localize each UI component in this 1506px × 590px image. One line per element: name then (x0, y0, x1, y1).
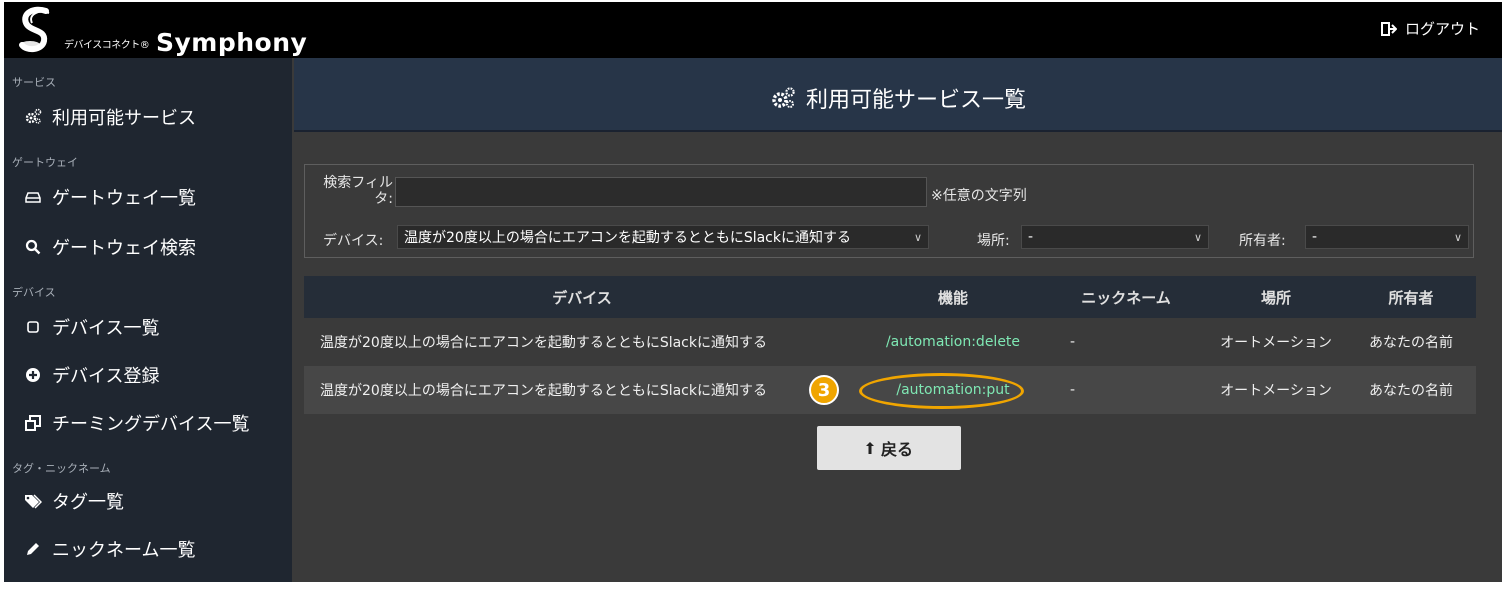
place-cell: オートメーション (1206, 318, 1346, 366)
back-button-label: 戻る (880, 440, 913, 459)
back-button[interactable]: 戻る (817, 426, 961, 470)
table-row: 温度が20度以上の場合にエアコンを起動するとともにSlackに通知する /aut… (304, 318, 1476, 366)
chevron-down-icon: ∨ (1193, 230, 1202, 244)
place-filter-label: 場所: (977, 233, 1010, 249)
owner-filter-value: - (1312, 229, 1318, 245)
nickname-cell: - (1046, 366, 1206, 414)
search-filter-note: ※任意の文字列 (931, 188, 1027, 204)
tags-icon (24, 492, 42, 510)
search-filter-label: 検索フィルタ: (323, 175, 393, 207)
owner-cell: あなたの名前 (1346, 318, 1476, 366)
sidebar-section-device: デバイス (12, 286, 56, 299)
sidebar-item-label: ゲートウェイ検索 (52, 238, 196, 259)
sidebar-item-label: チーミングデバイス一覧 (52, 414, 250, 435)
search-filter-input[interactable] (395, 177, 927, 207)
column-header-place: 場所 (1206, 276, 1346, 318)
logout-button[interactable]: ログアウト (1380, 18, 1480, 39)
sidebar-item-label: ゲートウェイ一覧 (52, 188, 196, 209)
sidebar-item-available-services[interactable]: 利用可能サービス (24, 104, 196, 130)
plus-circle-icon (24, 366, 42, 384)
search-icon (24, 238, 42, 256)
sidebar-item-device-register[interactable]: デバイス登録 (24, 362, 159, 388)
page-title-bar: 利用可能サービス一覧 (294, 58, 1502, 132)
function-link[interactable]: /automation:delete (860, 318, 1046, 366)
chevron-down-icon: ∨ (913, 230, 922, 244)
device-filter-select[interactable]: 温度が20度以上の場合にエアコンを起動するとともにSlackに通知する ∨ (397, 225, 929, 249)
owner-cell: あなたの名前 (1346, 366, 1476, 414)
sidebar-item-label: ニックネーム一覧 (52, 540, 196, 561)
sidebar-section-gateway: ゲートウェイ (12, 156, 78, 169)
sidebar-item-gateway-list[interactable]: ゲートウェイ一覧 (24, 184, 196, 210)
app-frame: デバイスコネクト® Symphony ログアウト サービス 利用可能サービス ゲ… (4, 2, 1502, 582)
sidebar-item-nickname-list[interactable]: ニックネーム一覧 (24, 536, 195, 562)
sidebar-item-tag-list[interactable]: タグ一覧 (24, 488, 124, 514)
sidebar-section-services: サービス (12, 76, 56, 89)
table-header-row: デバイス 機能 ニックネーム 場所 所有者 (304, 276, 1476, 318)
sidebar-item-device-list[interactable]: デバイス一覧 (24, 314, 159, 340)
hdd-icon (24, 188, 42, 206)
sidebar-item-label: デバイス一覧 (52, 318, 160, 339)
place-cell: オートメーション (1206, 366, 1346, 414)
column-header-owner: 所有者 (1346, 276, 1476, 318)
page-title: 利用可能サービス一覧 (294, 82, 1502, 114)
page-title-text: 利用可能サービス一覧 (805, 88, 1026, 113)
sidebar-section-tag-nickname: タグ・ニックネーム (12, 462, 111, 475)
top-header: デバイスコネクト® Symphony ログアウト (4, 2, 1502, 58)
sidebar-item-teaming-device-list[interactable]: チーミングデバイス一覧 (24, 410, 249, 436)
column-header-device: デバイス (304, 276, 860, 318)
symphony-logo-icon (19, 6, 50, 53)
place-filter-select[interactable]: - ∨ (1021, 225, 1209, 249)
sidebar: サービス 利用可能サービス ゲートウェイ ゲートウェイ一覧 ゲートウェイ検索 デ… (4, 58, 292, 582)
chevron-down-icon: ∨ (1453, 230, 1462, 244)
sidebar-item-label: 利用可能サービス (52, 108, 196, 129)
callout-highlight-ring (859, 373, 1024, 409)
owner-filter-label: 所有者: (1239, 233, 1286, 249)
search-filter-panel: 検索フィルタ: ※任意の文字列 デバイス: 温度が20度以上の場合にエアコンを起… (304, 164, 1474, 258)
brand-subtitle: デバイスコネクト® (64, 40, 150, 51)
sidebar-item-label: デバイス登録 (52, 366, 160, 387)
column-header-function: 機能 (860, 276, 1046, 318)
cogs-icon (24, 108, 42, 126)
logout-label: ログアウト (1404, 20, 1480, 38)
square-icon (24, 318, 42, 336)
clone-icon (24, 414, 42, 432)
sign-out-icon (1380, 21, 1397, 36)
device-filter-value: 温度が20度以上の場合にエアコンを起動するとともにSlackに通知する (404, 230, 851, 246)
pencil-icon (24, 540, 42, 558)
cogs-icon (772, 87, 795, 108)
sidebar-item-label: タグ一覧 (52, 492, 124, 513)
device-cell: 温度が20度以上の場合にエアコンを起動するとともにSlackに通知する (304, 318, 860, 366)
place-filter-value: - (1028, 229, 1034, 245)
sidebar-item-gateway-search[interactable]: ゲートウェイ検索 (24, 234, 196, 260)
nickname-cell: - (1046, 318, 1206, 366)
brand-name: Symphony (156, 28, 308, 57)
device-filter-label: デバイス: (323, 233, 384, 249)
callout-step-badge: 3 (809, 375, 839, 405)
device-cell: 温度が20度以上の場合にエアコンを起動するとともにSlackに通知する (304, 366, 860, 414)
column-header-nickname: ニックネーム (1046, 276, 1206, 318)
level-up-icon (865, 442, 874, 454)
owner-filter-select[interactable]: - ∨ (1305, 225, 1469, 249)
